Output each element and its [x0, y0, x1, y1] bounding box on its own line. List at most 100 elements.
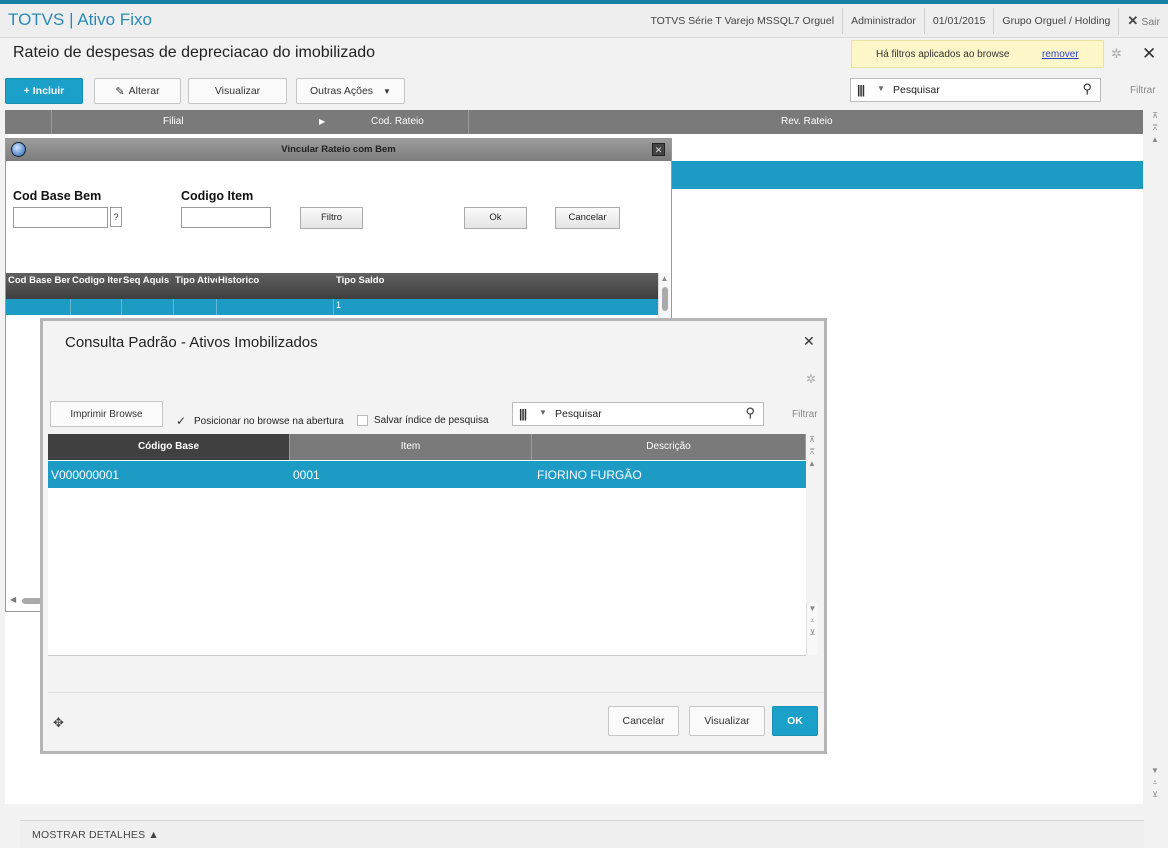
scroll-pagedown-icon[interactable]: ⩡ — [807, 615, 818, 627]
column-header-descricao[interactable]: Descrição — [532, 434, 806, 460]
company-label[interactable]: Grupo Orguel / Holding — [993, 8, 1118, 34]
scroll-bottom-icon[interactable]: ⊻ — [807, 627, 818, 639]
outras-acoes-label: Outras Ações — [310, 85, 374, 97]
column-header-tipo-saldo[interactable]: Tipo Saldo — [336, 275, 456, 286]
footer-divider — [48, 692, 824, 693]
mostrar-detalhes-toggle[interactable]: MOSTRAR DETALHES ▲ — [32, 829, 159, 841]
filter-notice-text: Há filtros aplicados ao browse — [876, 49, 1010, 60]
table-row[interactable]: V000000001 0001 FIORINO FURGÃO — [48, 461, 806, 488]
logout-button[interactable]: ✕ Sair — [1118, 7, 1168, 35]
lookup-button[interactable]: ? — [110, 207, 122, 227]
descricao-cell: FIORINO FURGÃO — [537, 468, 642, 482]
ok-button[interactable]: Ok — [464, 207, 527, 229]
main-grid-header: Filial ▶ Cod. Rateio Rev. Rateio — [5, 110, 1143, 134]
chevron-down-icon[interactable]: ▼ — [877, 84, 885, 93]
search-input[interactable]: ||| ▼ Pesquisar ⚲ — [850, 78, 1101, 102]
scroll-bottom-icon[interactable]: ⊻ — [1149, 789, 1161, 801]
close-icon[interactable]: ✕ — [1142, 44, 1156, 64]
column-header-filial[interactable]: Filial — [163, 116, 184, 127]
columns-icon[interactable]: ||| — [519, 407, 527, 421]
session-info: TOTVS Série T Varejo MSSQL7 Orguel Admin… — [642, 7, 1168, 35]
search-input[interactable]: ||| ▼ Pesquisar ⚲ — [512, 402, 764, 426]
environment-label: TOTVS Série T Varejo MSSQL7 Orguel — [650, 15, 835, 27]
main-scrollbar-top[interactable]: ⊼ ⩞ ▲ — [1149, 110, 1161, 160]
checkbox-box[interactable] — [357, 415, 368, 426]
scroll-down-icon[interactable]: ▼ — [1149, 765, 1161, 777]
column-header-item[interactable]: Item — [290, 434, 532, 460]
scroll-up-icon[interactable]: ▲ — [1149, 134, 1161, 146]
scroll-up-icon[interactable]: ▲ — [806, 458, 818, 470]
search-placeholder: Pesquisar — [893, 84, 940, 96]
column-header-codigo-item[interactable]: Codigo Item — [72, 275, 122, 286]
column-header-historico[interactable]: Historico — [218, 275, 328, 286]
close-icon[interactable]: ✕ — [803, 333, 815, 350]
consulta-scrollbar-top[interactable]: ⊼ ⩞ ▲ — [806, 434, 818, 484]
alterar-button[interactable]: ✎ Alterar — [94, 78, 181, 104]
salvar-indice-checkbox[interactable]: Salvar índice de pesquisa — [357, 415, 489, 426]
filter-notice: Há filtros aplicados ao browse remover — [851, 40, 1104, 68]
imprimir-browse-button[interactable]: Imprimir Browse — [50, 401, 163, 427]
ok-button[interactable]: OK — [772, 706, 818, 736]
scroll-left-icon[interactable]: ◀ — [10, 595, 16, 604]
app-title: TOTVS | Ativo Fixo — [8, 10, 152, 29]
column-header-cod-rateio[interactable]: Cod. Rateio — [371, 116, 424, 127]
vincular-grid-header: Cod Base Bem Codigo Item Seq Aquis Tipo … — [6, 273, 658, 299]
visualizar-button[interactable]: Visualizar — [188, 78, 287, 104]
cancelar-button[interactable]: Cancelar — [608, 706, 679, 736]
codigo-item-field[interactable] — [181, 207, 271, 228]
scroll-thumb[interactable] — [22, 598, 42, 604]
user-label[interactable]: Administrador — [842, 8, 924, 34]
columns-icon[interactable]: ||| — [857, 83, 865, 97]
consulta-grid-body — [48, 460, 806, 656]
pencil-icon: ✎ — [115, 85, 125, 98]
close-icon[interactable]: ✕ — [652, 143, 665, 156]
search-icon[interactable]: ⚲ — [745, 405, 755, 421]
cod-base-bem-field[interactable] — [13, 207, 108, 228]
column-header-seq-aquis[interactable]: Seq Aquis — [123, 275, 173, 286]
scroll-pageup-icon[interactable]: ⩞ — [806, 446, 818, 458]
scroll-top-icon[interactable]: ⊼ — [806, 434, 818, 446]
main-scrollbar-bottom[interactable]: ▼ ⩡ ⊻ — [1149, 765, 1161, 817]
scroll-pagedown-icon[interactable]: ⩡ — [1149, 777, 1161, 789]
vincular-dialog-titlebar[interactable]: Vincular Rateio com Bem ✕ — [6, 139, 671, 161]
filtrar-link[interactable]: Filtrar — [1130, 85, 1156, 96]
page-title: Rateio de despesas de depreciacao do imo… — [13, 44, 376, 61]
visualizar-button[interactable]: Visualizar — [689, 706, 765, 736]
vincular-scrollbar[interactable]: ▲ — [658, 273, 670, 319]
column-header-codigo-base[interactable]: Código Base — [48, 434, 290, 460]
scroll-pageup-icon[interactable]: ⩞ — [1149, 122, 1161, 134]
consulta-dialog-title: Consulta Padrão - Ativos Imobilizados — [65, 334, 318, 351]
sort-arrow-icon: ▶ — [319, 117, 326, 126]
column-header-cod-base-bem[interactable]: Cod Base Bem — [8, 275, 70, 286]
remove-filter-link[interactable]: remover — [1042, 49, 1079, 60]
cancelar-button[interactable]: Cancelar — [555, 207, 620, 229]
posicionar-checkbox[interactable]: ✓ Posicionar no browse na abertura — [176, 414, 344, 428]
date-label[interactable]: 01/01/2015 — [923, 8, 994, 34]
cod-base-bem-label: Cod Base Bem — [13, 189, 102, 203]
scroll-top-icon[interactable]: ⊼ — [1149, 110, 1161, 122]
table-row[interactable]: 1 — [6, 299, 658, 315]
chevron-down-icon[interactable]: ▼ — [539, 408, 547, 417]
move-icon[interactable]: ✥ — [53, 715, 64, 731]
consulta-scrollbar-bottom[interactable]: ▼ ⩡ ⊻ — [806, 603, 818, 655]
outras-acoes-button[interactable]: Outras Ações ▼ — [296, 78, 405, 104]
column-header-tipo-ativo[interactable]: Tipo Ativo — [175, 275, 217, 286]
alterar-label: Alterar — [128, 85, 160, 97]
filtrar-link[interactable]: Filtrar — [792, 409, 818, 420]
search-placeholder: Pesquisar — [555, 408, 602, 420]
scroll-down-icon[interactable]: ▼ — [807, 603, 818, 615]
column-header-rev-rateio[interactable]: Rev. Rateio — [781, 116, 833, 127]
top-bar: TOTVS | Ativo Fixo TOTVS Série T Varejo … — [0, 0, 1168, 38]
search-icon[interactable]: ⚲ — [1082, 81, 1092, 97]
filtro-button[interactable]: Filtro — [300, 207, 363, 229]
grid-corner — [5, 110, 52, 134]
incluir-button[interactable]: + Incluir — [5, 78, 83, 104]
codigo-base-cell: V000000001 — [51, 468, 120, 482]
details-bar[interactable]: MOSTRAR DETALHES ▲ — [20, 820, 1144, 848]
scroll-up-icon[interactable]: ▲ — [659, 273, 670, 285]
gear-icon[interactable]: ✲ — [806, 372, 816, 386]
item-cell: 0001 — [293, 468, 320, 482]
scroll-thumb[interactable] — [661, 287, 668, 311]
gear-icon[interactable]: ✲ — [1111, 46, 1122, 62]
consulta-grid-header: Código Base Item Descrição — [48, 434, 806, 460]
